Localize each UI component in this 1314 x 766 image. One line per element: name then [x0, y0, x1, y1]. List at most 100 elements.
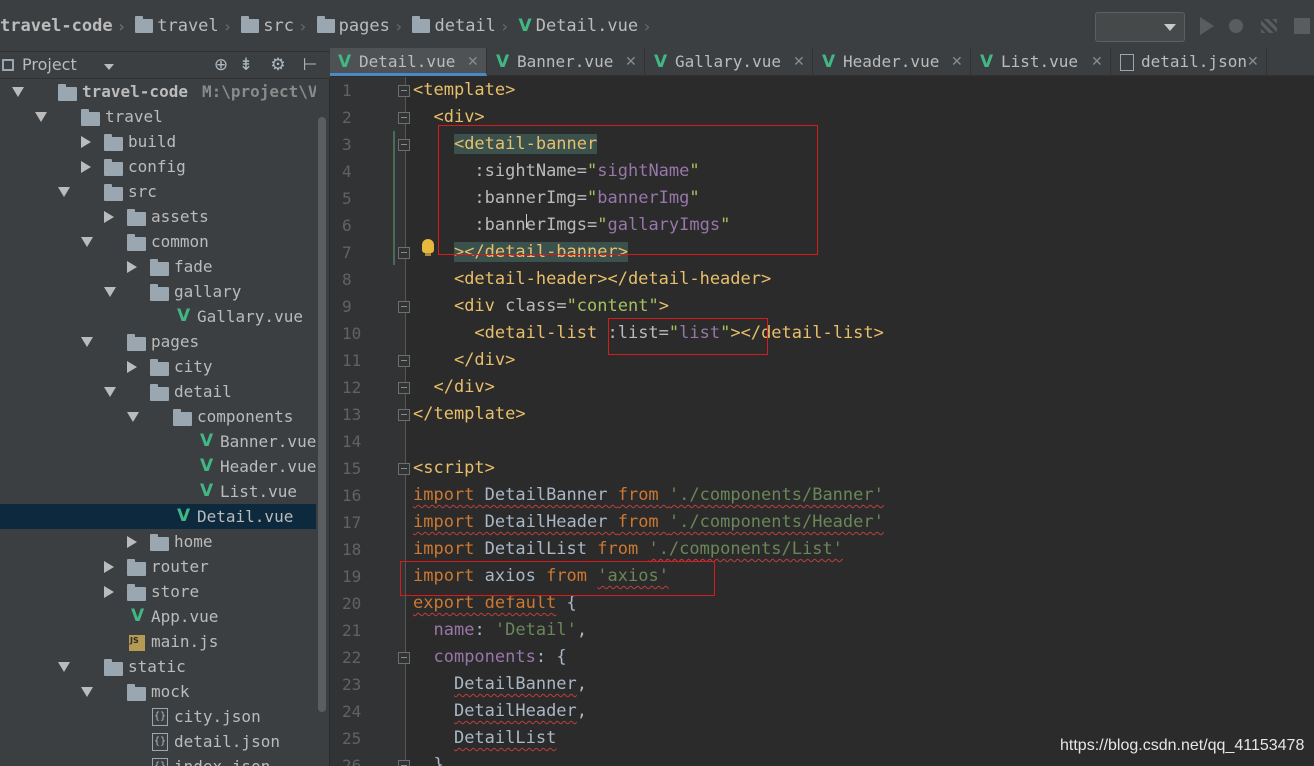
chevron-right-icon[interactable] — [81, 161, 91, 173]
tree-item-list-vue[interactable]: V List.vue — [0, 479, 316, 504]
tree-item-travel[interactable]: travel — [0, 104, 316, 129]
chevron-right-icon[interactable] — [104, 561, 114, 573]
tree-item-index-json[interactable]: index.json — [0, 754, 316, 766]
locate-icon[interactable]: ⊕ — [211, 55, 231, 75]
tree-item-components[interactable]: components — [0, 404, 316, 429]
fold-marker-icon[interactable] — [398, 247, 410, 259]
tree-item-config[interactable]: config — [0, 154, 316, 179]
close-icon[interactable]: ✕ — [625, 48, 637, 76]
tab-detail-json[interactable]: detail.json ✕ — [1112, 48, 1267, 76]
code-line[interactable]: import DetailList from './components/Lis… — [413, 536, 843, 563]
breadcrumb-item[interactable]: detail › — [406, 14, 512, 38]
tree-item-fade[interactable]: fade — [0, 254, 316, 279]
tree-item-assets[interactable]: assets — [0, 204, 316, 229]
code-line[interactable]: import DetailBanner from './components/B… — [413, 482, 884, 509]
tree-scrollbar-thumb[interactable] — [318, 117, 326, 712]
tree-item-city[interactable]: city — [0, 354, 316, 379]
code-line[interactable]: name: 'Detail', — [413, 617, 587, 644]
fold-marker-icon[interactable] — [398, 463, 410, 475]
code-line[interactable]: DetailList — [413, 725, 556, 752]
code-line[interactable]: }, — [413, 752, 453, 766]
code-line[interactable]: <div class="content"> — [413, 293, 669, 320]
run-configuration-select[interactable] — [1095, 12, 1185, 42]
breadcrumb-item[interactable]: travel › — [129, 14, 235, 38]
breadcrumb-item[interactable]: pages › — [311, 14, 407, 38]
breadcrumb-item[interactable]: src › — [235, 14, 310, 38]
breadcrumb-item[interactable]: V Detail.vue › — [513, 14, 655, 38]
stop-icon[interactable] — [1292, 16, 1312, 36]
tab-header-vue[interactable]: V Header.vue ✕ — [814, 48, 971, 76]
tree-item-main-js[interactable]: main.js — [0, 628, 316, 654]
chevron-down-icon[interactable] — [104, 387, 116, 397]
tree-item-gallary[interactable]: gallary — [0, 279, 316, 304]
tree-item-mock[interactable]: mock — [0, 679, 316, 704]
chevron-down-icon[interactable] — [35, 112, 47, 122]
close-icon[interactable]: ✕ — [793, 48, 805, 76]
tree-item-gallary-vue[interactable]: V Gallary.vue — [0, 304, 316, 329]
fold-marker-icon[interactable] — [398, 355, 410, 367]
tree-item-detail[interactable]: detail — [0, 379, 316, 404]
collapse-icon[interactable]: ⇟ — [236, 55, 256, 75]
tree-item-travel-code[interactable]: travel-code M:\project\Vuetra — [0, 79, 316, 104]
code-line[interactable]: </div> — [413, 347, 515, 374]
tree-item-app-vue[interactable]: V App.vue — [0, 604, 316, 629]
coverage-icon[interactable] — [1259, 16, 1279, 36]
settings-icon[interactable]: ⚙ — [268, 55, 288, 75]
chevron-right-icon[interactable] — [127, 536, 137, 548]
hide-icon[interactable]: ⊢ — [300, 55, 320, 75]
tree-item-detail-vue[interactable]: V Detail.vue — [0, 504, 316, 529]
chevron-right-icon[interactable] — [104, 211, 114, 223]
code-line[interactable]: </div> — [413, 374, 494, 401]
chevron-down-icon[interactable] — [58, 187, 70, 197]
tab-list-vue[interactable]: V List.vue ✕ — [972, 48, 1111, 76]
tree-item-detail-json[interactable]: detail.json — [0, 729, 316, 754]
chevron-down-icon[interactable] — [104, 287, 116, 297]
code-line[interactable]: DetailBanner, — [413, 671, 587, 698]
chevron-down-icon[interactable] — [58, 662, 70, 672]
tree-item-build[interactable]: build — [0, 129, 316, 154]
tree-item-pages[interactable]: pages — [0, 329, 316, 354]
tree-item-city-json[interactable]: city.json — [0, 704, 316, 729]
fold-marker-icon[interactable] — [398, 139, 410, 151]
tab-banner-vue[interactable]: V Banner.vue ✕ — [488, 48, 645, 76]
tab-gallary-vue[interactable]: V Gallary.vue ✕ — [646, 48, 813, 76]
breadcrumb-item[interactable]: travel-code › — [0, 14, 129, 38]
tree-item-banner-vue[interactable]: V Banner.vue — [0, 429, 316, 454]
chevron-right-icon[interactable] — [104, 586, 114, 598]
close-icon[interactable]: ✕ — [951, 48, 963, 76]
code-line[interactable]: <template> — [413, 77, 515, 104]
run-icon[interactable] — [1197, 16, 1217, 36]
fold-marker-icon[interactable] — [398, 652, 410, 664]
code-line[interactable]: components: { — [413, 644, 566, 671]
project-view-selector[interactable]: Project — [22, 55, 77, 74]
chevron-right-icon[interactable] — [127, 261, 137, 273]
chevron-down-icon[interactable] — [12, 87, 24, 97]
code-line[interactable]: <detail-header></detail-header> — [413, 266, 771, 293]
code-line[interactable]: import DetailHeader from './components/H… — [413, 509, 884, 536]
tree-item-header-vue[interactable]: V Header.vue — [0, 454, 316, 479]
tab-detail-vue[interactable]: V Detail.vue ✕ — [330, 48, 487, 76]
chevron-down-icon[interactable] — [104, 64, 114, 70]
close-icon[interactable]: ✕ — [1091, 48, 1103, 76]
tree-item-src[interactable]: src — [0, 179, 316, 204]
fold-marker-icon[interactable] — [398, 301, 410, 313]
fold-marker-icon[interactable] — [398, 760, 410, 766]
tree-item-store[interactable]: store — [0, 579, 316, 604]
tree-item-home[interactable]: home — [0, 529, 316, 554]
fold-marker-icon[interactable] — [398, 409, 410, 421]
tree-item-static[interactable]: static — [0, 654, 316, 679]
chevron-right-icon[interactable] — [81, 136, 91, 148]
chevron-down-icon[interactable] — [81, 337, 93, 347]
code-line[interactable]: <script> — [413, 455, 495, 482]
chevron-down-icon[interactable] — [81, 687, 93, 697]
tree-item-common[interactable]: common — [0, 229, 316, 254]
code-editor[interactable]: 1 2 3 4 5 6 7 8 9 10 11 12 13 14 15 16 17 18 19 20 21 22 23 24 2… — [330, 77, 1314, 766]
fold-marker-icon[interactable] — [398, 112, 410, 124]
fold-marker-icon[interactable] — [398, 382, 410, 394]
code-line[interactable]: DetailHeader, — [413, 698, 587, 725]
debug-icon[interactable] — [1226, 16, 1246, 36]
tree-item-router[interactable]: router — [0, 554, 316, 579]
close-icon[interactable]: ✕ — [467, 48, 479, 76]
code-line[interactable]: </template> — [413, 401, 526, 428]
close-icon[interactable]: ✕ — [1247, 48, 1259, 76]
